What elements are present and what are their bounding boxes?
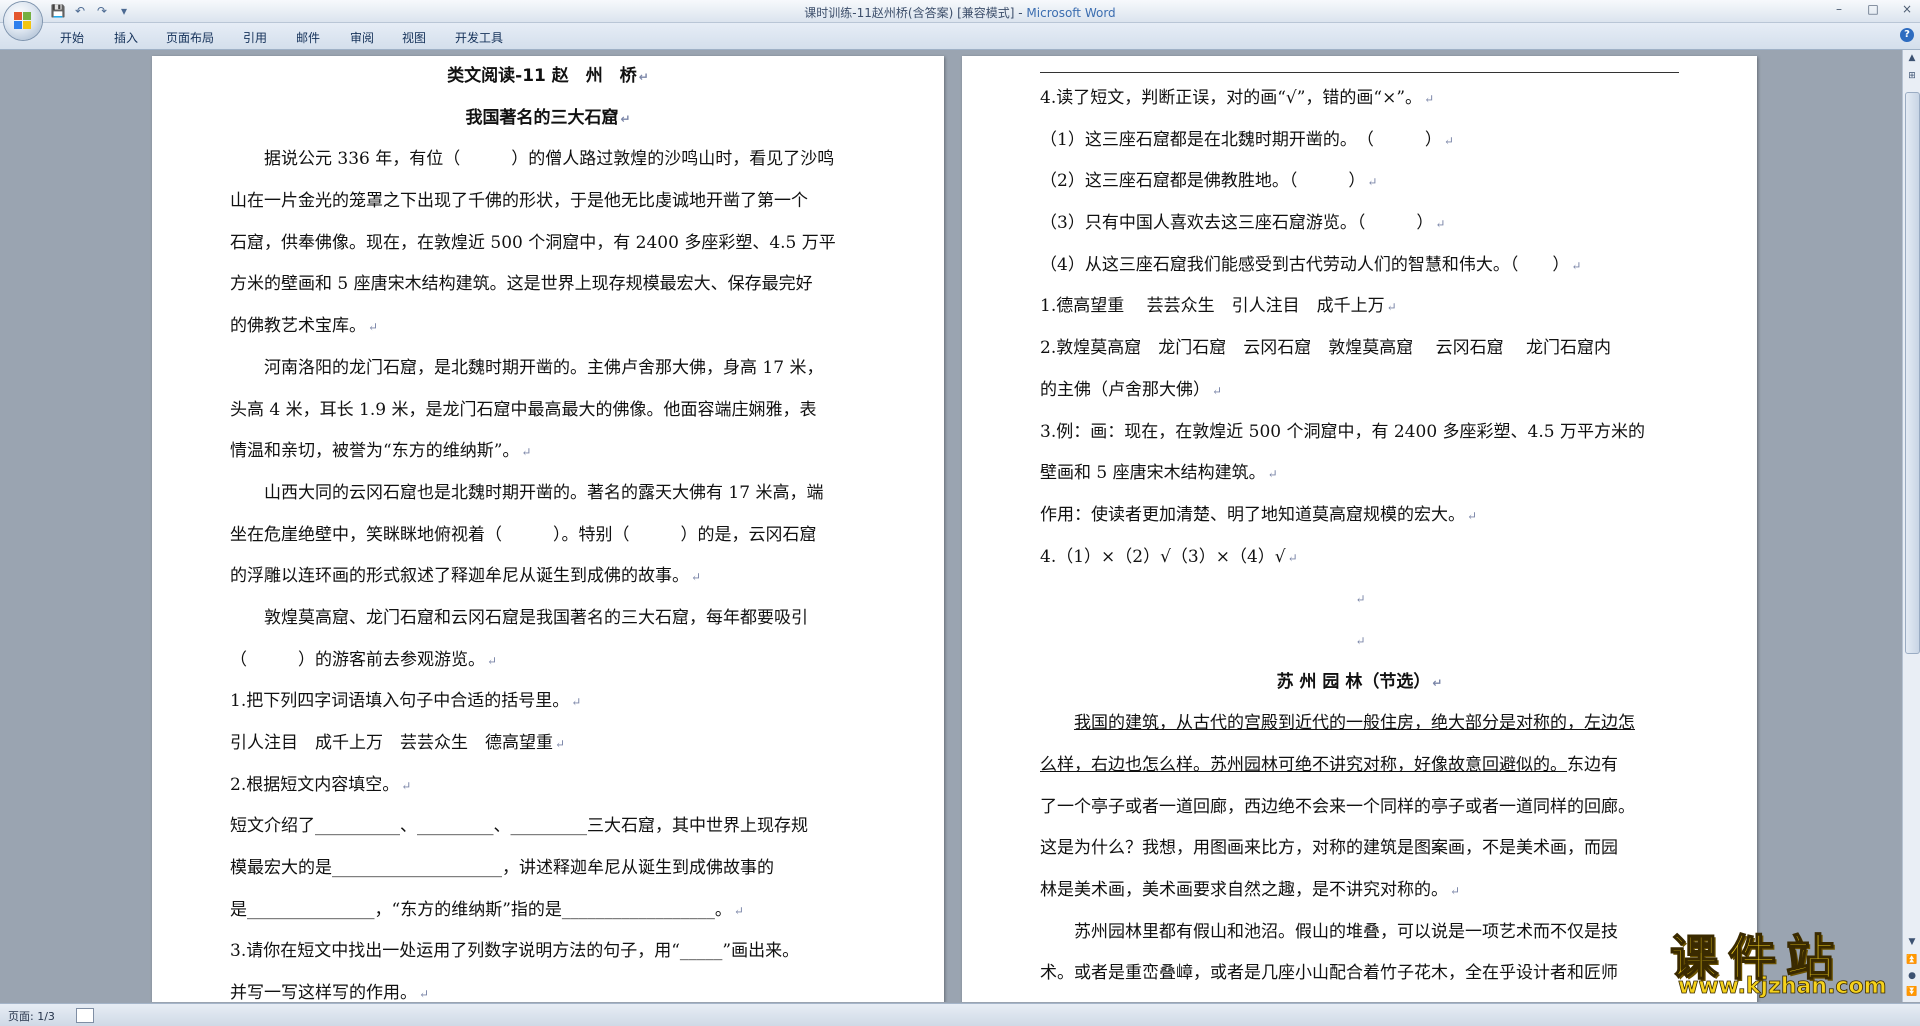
document-title: 课时训练-11赵州桥(含答案) [兼容模式] -	[804, 6, 1027, 20]
text-line: 是_______________，“东方的维纳斯”指的是____________…	[230, 899, 744, 920]
tab-review[interactable]: 审阅	[350, 29, 374, 46]
ribbon-tabs: 开始 插入 页面布局 引用 邮件 审阅 视图 开发工具 ?	[0, 23, 1920, 50]
text-line: 山在一片金光的笼罩之下出现了千佛的形状，于是他无比虔诚地开凿了第一个	[230, 191, 808, 212]
office-logo-icon	[14, 12, 32, 30]
text-line: 我国的建筑，从古代的宫殿到近代的一般住房，绝大部分是对称的，左边怎	[1074, 713, 1635, 734]
status-bar: 页面: 1/3	[0, 1003, 1920, 1026]
window-controls: – □ ×	[1832, 2, 1914, 16]
office-button[interactable]	[4, 2, 42, 40]
article-title: 我国著名的三大石窟 ↵	[465, 107, 631, 128]
question-2: 2.根据短文内容填空。 ↵	[230, 774, 412, 795]
word-options: 引人注目 成千上万 芸芸众生 德高望重 ↵	[230, 733, 566, 753]
question-1: 1.把下列四字词语填入句子中合适的括号里。 ↵	[230, 691, 582, 712]
text-line: 的主佛（卢舍那大佛） ↵	[1040, 379, 1223, 400]
text-line: 头高 4 米，耳长 1.9 米，是龙门石窟中最高最大的佛像。他面容端庄娴雅，表	[230, 399, 817, 420]
text-line: 这是为什么？我想，用图画来比方，对称的建筑是图案画，不是美术画，而园	[1040, 838, 1618, 859]
page-2-content: 4.读了短文，判断正误，对的画“√”，错的画“×”。 ↵ （1）这三座石窟都是在北…	[1040, 56, 1679, 995]
text-line: 术。或者是重峦叠嶂，或者是几座小山配合着竹子花木，全在乎设计者和匠师	[1040, 963, 1618, 984]
text-line: 壁画和 5 座唐宋木结构建筑。 ↵	[1040, 463, 1278, 484]
proofing-icon[interactable]	[76, 1008, 94, 1023]
text-line: 情温和亲切，被誉为“东方的维纳斯”。 ↵	[230, 441, 532, 462]
tab-home[interactable]: 开始	[60, 29, 84, 46]
tab-page-layout[interactable]: 页面布局	[166, 29, 214, 46]
answer-3: 3.例：画：现在，在敦煌近 500 个洞窟中，有 2400 多座彩塑、4.5 万…	[1040, 421, 1645, 442]
text-line: 短文介绍了__________、_________、_________三大石窟，…	[230, 816, 808, 837]
text-line: 方米的壁画和 5 座唐宋木结构建筑。这是世界上现存规模最宏大、保存最完好	[230, 274, 813, 295]
text-line: 的浮雕以连环画的形式叙述了释迦牟尼从诞生到成佛的故事。 ↵	[230, 566, 702, 587]
judgement-item: （4）从这三座石窟我们能感受到古代劳动人们的智慧和伟大。（ ） ↵	[1040, 254, 1582, 275]
text-line: 的佛教艺术宝库。 ↵	[230, 316, 379, 337]
text-line: 山西大同的云冈石窟也是北魏时期开凿的。著名的露天大佛有 17 米高，端	[264, 482, 824, 503]
scroll-thumb[interactable]	[1905, 92, 1920, 654]
ruler-toggle-icon[interactable]: ⊞	[1903, 68, 1920, 84]
text-line: 模最宏大的是____________________，讲述释迦牟尼从诞生到成佛故…	[230, 858, 774, 879]
text-line: 据说公元 336 年，有位（ ）的僧人路过敦煌的沙鸣山时，看见了沙鸣	[264, 149, 835, 170]
watermark-url: www.kjzhan.com	[1678, 974, 1887, 1000]
scroll-up-icon[interactable]: ▲	[1903, 50, 1920, 66]
text-line: （ ）的游客前去参观游览。 ↵	[230, 649, 498, 670]
tab-view[interactable]: 视图	[402, 29, 426, 46]
answer-4: 4.（1）×（2）√（3）×（4）√ ↵	[1040, 546, 1298, 567]
empty-line: ↵	[1355, 633, 1366, 648]
text-line: 石窟，供奉佛像。现在，在敦煌近 500 个洞窟中，有 2400 多座彩塑、4.5…	[230, 232, 836, 253]
tab-references[interactable]: 引用	[243, 29, 267, 46]
text-line: 河南洛阳的龙门石窟，是北魏时期开凿的。主佛卢舍那大佛，身高 17 米，	[264, 357, 824, 378]
window-title: 课时训练-11赵州桥(含答案) [兼容模式] - Microsoft Word	[0, 4, 1920, 21]
judgement-item: （1）这三座石窟都是在北魏时期开凿的。 （ ） ↵	[1040, 129, 1454, 150]
tab-insert[interactable]: 插入	[114, 29, 138, 46]
close-button[interactable]: ×	[1900, 2, 1914, 16]
empty-line: ↵	[1355, 592, 1366, 607]
page-1-content: 类文阅读-11 赵 州 桥 ↵ 我国著名的三大石窟 ↵ 据说公元 336 年，有位（…	[230, 56, 866, 1002]
text-line: 坐在危崖绝壁中，笑眯眯地俯视着（ ）。特别（ ）的是，云冈石窟	[230, 524, 817, 545]
answer-1: 1.德高望重 芸芸众生 引人注目 成千上万 ↵	[1040, 296, 1397, 317]
text-line: 并写一写这样写的作用。 ↵	[230, 983, 430, 1002]
vertical-scrollbar[interactable]: ▲ ⊞ ▼ ⏫ ● ⏬	[1902, 50, 1920, 1002]
title-bar: 💾 ↶ ↷ ▾ 课时训练-11赵州桥(含答案) [兼容模式] - Microso…	[0, 0, 1920, 23]
maximize-button[interactable]: □	[1866, 2, 1880, 16]
question-4: 4.读了短文，判断正误，对的画“√”，错的画“×”。 ↵	[1040, 88, 1435, 108]
help-icon[interactable]: ?	[1900, 28, 1914, 42]
text-line: 作用：使读者更加清楚、明了地知道莫高窟规模的宏大。 ↵	[1040, 504, 1478, 525]
text-line: 么样，右边也怎么样。苏州园林可绝不讲究对称，好像故意回避似的。东边有	[1040, 755, 1618, 775]
judgement-item: （2）这三座石窟都是佛教胜地。（ ） ↵	[1040, 171, 1378, 192]
text-line: 苏州园林里都有假山和池沼。假山的堆叠，可以说是一项艺术而不仅是技	[1074, 921, 1618, 942]
tab-mailings[interactable]: 邮件	[296, 29, 320, 46]
answer-2: 2.敦煌莫高窟 龙门石窟 云冈石窟 敦煌莫高窟 云冈石窟 龙门石窟内	[1040, 338, 1612, 359]
tab-developer[interactable]: 开发工具	[455, 29, 503, 46]
text-line: 敦煌莫高窟、龙门石窟和云冈石窟是我国著名的三大石窟，每年都要吸引	[264, 607, 808, 628]
page-1[interactable]: 类文阅读-11 赵 州 桥 ↵ 我国著名的三大石窟 ↵ 据说公元 336 年，有位（…	[152, 56, 944, 1002]
question-3: 3.请你在短文中找出一处运用了列数字说明方法的句子，用“_____”画出来。	[230, 941, 800, 962]
watermark-logo: 课件站 www.kjzhan.com	[1668, 918, 1908, 1003]
app-name: Microsoft Word	[1026, 6, 1116, 20]
article-2-title: 苏 州 园 林（节选） ↵	[1276, 671, 1443, 692]
document-title: 类文阅读-11 赵 州 桥 ↵	[447, 66, 649, 86]
page-2[interactable]: 4.读了短文，判断正误，对的画“√”，错的画“×”。 ↵ （1）这三座石窟都是在北…	[962, 56, 1757, 1002]
page-number[interactable]: 页面: 1/3	[8, 1008, 55, 1024]
judgement-item: （3）只有中国人喜欢去这三座石窟游览。（ ） ↵	[1040, 213, 1446, 234]
text-line: 了一个亭子或者一道回廊，西边绝不会来一个同样的亭子或者一道同样的回廊。	[1040, 796, 1635, 817]
text-line: 林是美术画，美术画要求自然之趣，是不讲究对称的。 ↵	[1040, 880, 1461, 901]
minimize-button[interactable]: –	[1832, 2, 1846, 16]
document-area[interactable]: 类文阅读-11 赵 州 桥 ↵ 我国著名的三大石窟 ↵ 据说公元 336 年，有位（…	[0, 50, 1902, 1002]
